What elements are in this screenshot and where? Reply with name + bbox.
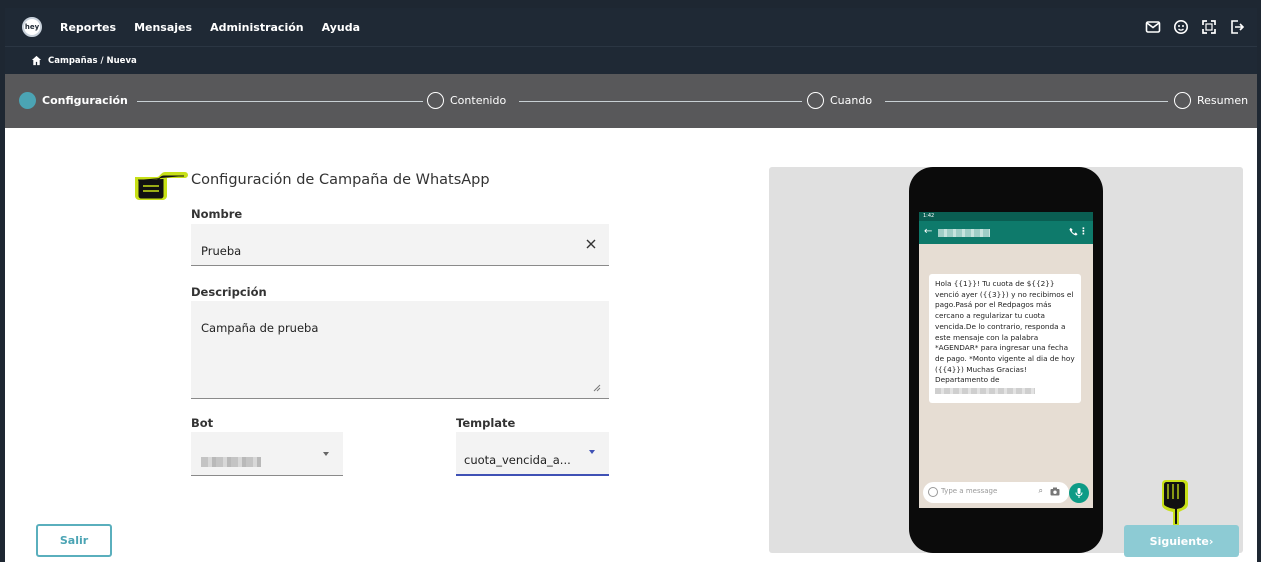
siguiente-button[interactable]: Siguiente›: [1124, 525, 1239, 557]
nav-reportes[interactable]: Reportes: [60, 21, 116, 34]
clear-icon[interactable]: [585, 238, 597, 250]
step-connector: [137, 101, 423, 102]
step-configuracion[interactable]: Configuración: [19, 92, 128, 109]
nombre-field[interactable]: Prueba: [191, 224, 609, 266]
pointing-down-hand-icon: [1162, 480, 1188, 528]
descripcion-textarea[interactable]: Campaña de prueba: [191, 301, 609, 399]
department-redacted: [935, 388, 1035, 395]
header-actions: [1145, 19, 1245, 35]
nombre-label: Nombre: [191, 207, 243, 221]
template-label: Template: [456, 416, 516, 430]
phone-screen: 1:42 ← ⋮ Hola {{1}}! Tu cuota de ${{2}} …: [919, 212, 1093, 508]
message-input: Type a message ⌕: [923, 482, 1069, 503]
chat-header: ← ⋮: [919, 221, 1093, 244]
breadcrumb-text: Campañas / Nueva: [48, 55, 137, 66]
smiley-icon[interactable]: [1173, 19, 1189, 35]
bot-select[interactable]: [191, 432, 343, 476]
message-text: Hola {{1}}! Tu cuota de ${{2}} venció ay…: [935, 279, 1075, 385]
step-label: Configuración: [42, 94, 128, 107]
camera-icon: [1050, 487, 1060, 496]
template-select[interactable]: cuota_vencida_a...: [456, 432, 609, 476]
home-icon[interactable]: [31, 55, 42, 66]
pointing-hand-icon: [135, 172, 188, 200]
nav-administracion[interactable]: Administración: [210, 21, 304, 34]
step-resumen[interactable]: Resumen: [1174, 92, 1248, 109]
form-title: Configuración de Campaña de WhatsApp: [191, 172, 490, 188]
main-nav: Reportes Mensajes Administración Ayuda: [60, 21, 360, 34]
step-circle-icon: [427, 92, 444, 109]
contact-name-redacted: [938, 229, 990, 237]
salir-button[interactable]: Salir: [36, 524, 112, 557]
back-arrow-icon: ←: [924, 226, 933, 237]
mic-button: [1069, 483, 1089, 503]
app-window: hey Reportes Mensajes Administración Ayu…: [5, 8, 1257, 562]
phone-call-icon: [1069, 227, 1078, 236]
app-logo[interactable]: hey: [22, 17, 42, 37]
fullscreen-icon[interactable]: [1201, 19, 1217, 35]
message-placeholder: Type a message: [941, 487, 998, 495]
resize-handle-icon[interactable]: [592, 383, 601, 392]
template-value: cuota_vencida_a...: [464, 453, 571, 467]
phone-status-bar: 1:42: [919, 212, 1093, 221]
attach-icon: ⌕: [1038, 486, 1043, 495]
nav-mensajes[interactable]: Mensajes: [134, 21, 192, 34]
step-circle-icon: [1174, 92, 1191, 109]
more-vert-icon: ⋮: [1079, 227, 1088, 237]
breadcrumb: Campañas / Nueva: [5, 46, 1257, 74]
mail-icon[interactable]: [1145, 19, 1161, 35]
top-navbar: hey Reportes Mensajes Administración Ayu…: [5, 8, 1257, 46]
step-connector: [885, 101, 1168, 102]
nombre-value: Prueba: [201, 244, 242, 258]
descripcion-label: Descripción: [191, 285, 267, 299]
phone-mockup: 1:42 ← ⋮ Hola {{1}}! Tu cuota de ${{2}} …: [909, 167, 1103, 553]
step-label: Cuando: [830, 94, 873, 107]
bot-label: Bot: [191, 416, 214, 430]
dropdown-caret-icon[interactable]: [323, 452, 329, 456]
logout-icon[interactable]: [1229, 19, 1245, 35]
message-bubble: Hola {{1}}! Tu cuota de ${{2}} venció ay…: [929, 274, 1081, 403]
step-circle-icon: [807, 92, 824, 109]
dropdown-caret-icon[interactable]: [589, 450, 595, 454]
nav-ayuda[interactable]: Ayuda: [322, 21, 360, 34]
step-contenido[interactable]: Contenido: [427, 92, 506, 109]
step-label: Resumen: [1197, 94, 1249, 107]
step-cuando[interactable]: Cuando: [807, 92, 872, 109]
step-active-icon: [19, 92, 36, 109]
step-label: Contenido: [450, 94, 507, 107]
emoji-icon: [928, 487, 938, 497]
step-connector: [519, 101, 802, 102]
bot-value-redacted: [201, 457, 261, 467]
descripcion-value: Campaña de prueba: [201, 321, 319, 335]
mic-icon: [1075, 488, 1083, 498]
wizard-stepper: Configuración Contenido Cuando Resumen: [5, 74, 1257, 128]
